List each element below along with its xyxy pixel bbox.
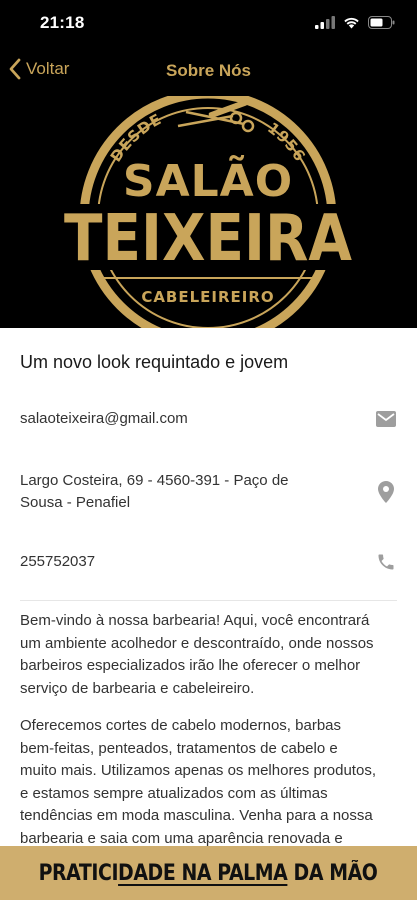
desc-line: barbearia e saia com uma aparência renov…	[20, 829, 343, 846]
desc-line: bem-feitas, penteados, tratamentos de ca…	[20, 739, 338, 757]
desc-line: um ambiente acolhedor e descontraído, on…	[20, 634, 374, 652]
banner-part1: PRATICI	[39, 860, 119, 886]
wifi-icon	[344, 17, 359, 29]
banner-part2: DADE NA PALMA	[118, 860, 289, 886]
about-content: Um novo look requintado e jovem salaotei…	[0, 328, 417, 846]
desc-line: tendências em moda masculina. Venha para…	[20, 807, 373, 825]
email-text: salaoteixeira@gmail.com	[20, 410, 188, 427]
logo-line1: SALÃO	[123, 154, 293, 207]
divider	[20, 600, 397, 601]
phone-icon[interactable]	[375, 551, 397, 573]
status-bar: 21:18	[0, 0, 417, 48]
banner-part3: DA MÃO	[287, 860, 378, 886]
description-paragraph-1: Bem-vindo à nossa barbearia! Aqui, você …	[20, 610, 400, 700]
desc-line: e estamos sempre atualizados com as últi…	[20, 784, 328, 802]
page-title: Sobre Nós	[165, 61, 252, 80]
battery-icon	[368, 16, 395, 29]
description-paragraph-2: Oferecemos cortes de cabelo modernos, ba…	[20, 715, 400, 846]
promo-banner: PRATICIDADE NA PALMA DA MÃO	[0, 846, 417, 900]
desc-line: Oferecemos cortes de cabelo modernos, ba…	[20, 717, 341, 734]
address-line1: Largo Costeira, 69 - 4560-391 - Paço de	[20, 472, 289, 489]
logo-bottom: CABELEIREIRO	[141, 288, 274, 306]
banner-text: PRATICIDADE NA PALMA DA MÃO	[39, 861, 378, 886]
tagline: Um novo look requintado e jovem	[20, 352, 289, 372]
desc-line: Bem-vindo à nossa barbearia! Aqui, você …	[20, 612, 370, 629]
phone-text: 255752037	[20, 553, 96, 570]
nav-bar: Voltar Sobre Nós	[0, 48, 417, 94]
address-text: Largo Costeira, 69 - 4560-391 - Paço de …	[20, 470, 289, 514]
email-row[interactable]: salaoteixeira@gmail.com	[20, 408, 397, 430]
mail-icon[interactable]	[375, 408, 397, 430]
status-time: 21:18	[40, 13, 85, 32]
desc-line: serviço de barbearia e cabeleireiro.	[20, 679, 255, 697]
signal-icon	[315, 16, 335, 29]
address-row[interactable]: Largo Costeira, 69 - 4560-391 - Paço de …	[20, 470, 397, 514]
logo-line2: TEIXEIRA	[64, 202, 352, 276]
hero-banner: DESDE 1956 SALÃO TEIXEIRA CABELEIREIRO	[0, 94, 417, 328]
location-pin-icon[interactable]	[375, 481, 397, 503]
desc-line: muito mais. Utilizamos apenas os melhore…	[20, 762, 376, 780]
phone-row[interactable]: 255752037	[20, 551, 397, 573]
status-icons	[315, 16, 395, 29]
address-line2: Sousa - Penafiel	[20, 494, 131, 511]
desc-line: barbeiros especializados irão lhe oferec…	[20, 657, 361, 675]
salon-logo: DESDE 1956 SALÃO TEIXEIRA CABELEIREIRO	[58, 96, 358, 328]
